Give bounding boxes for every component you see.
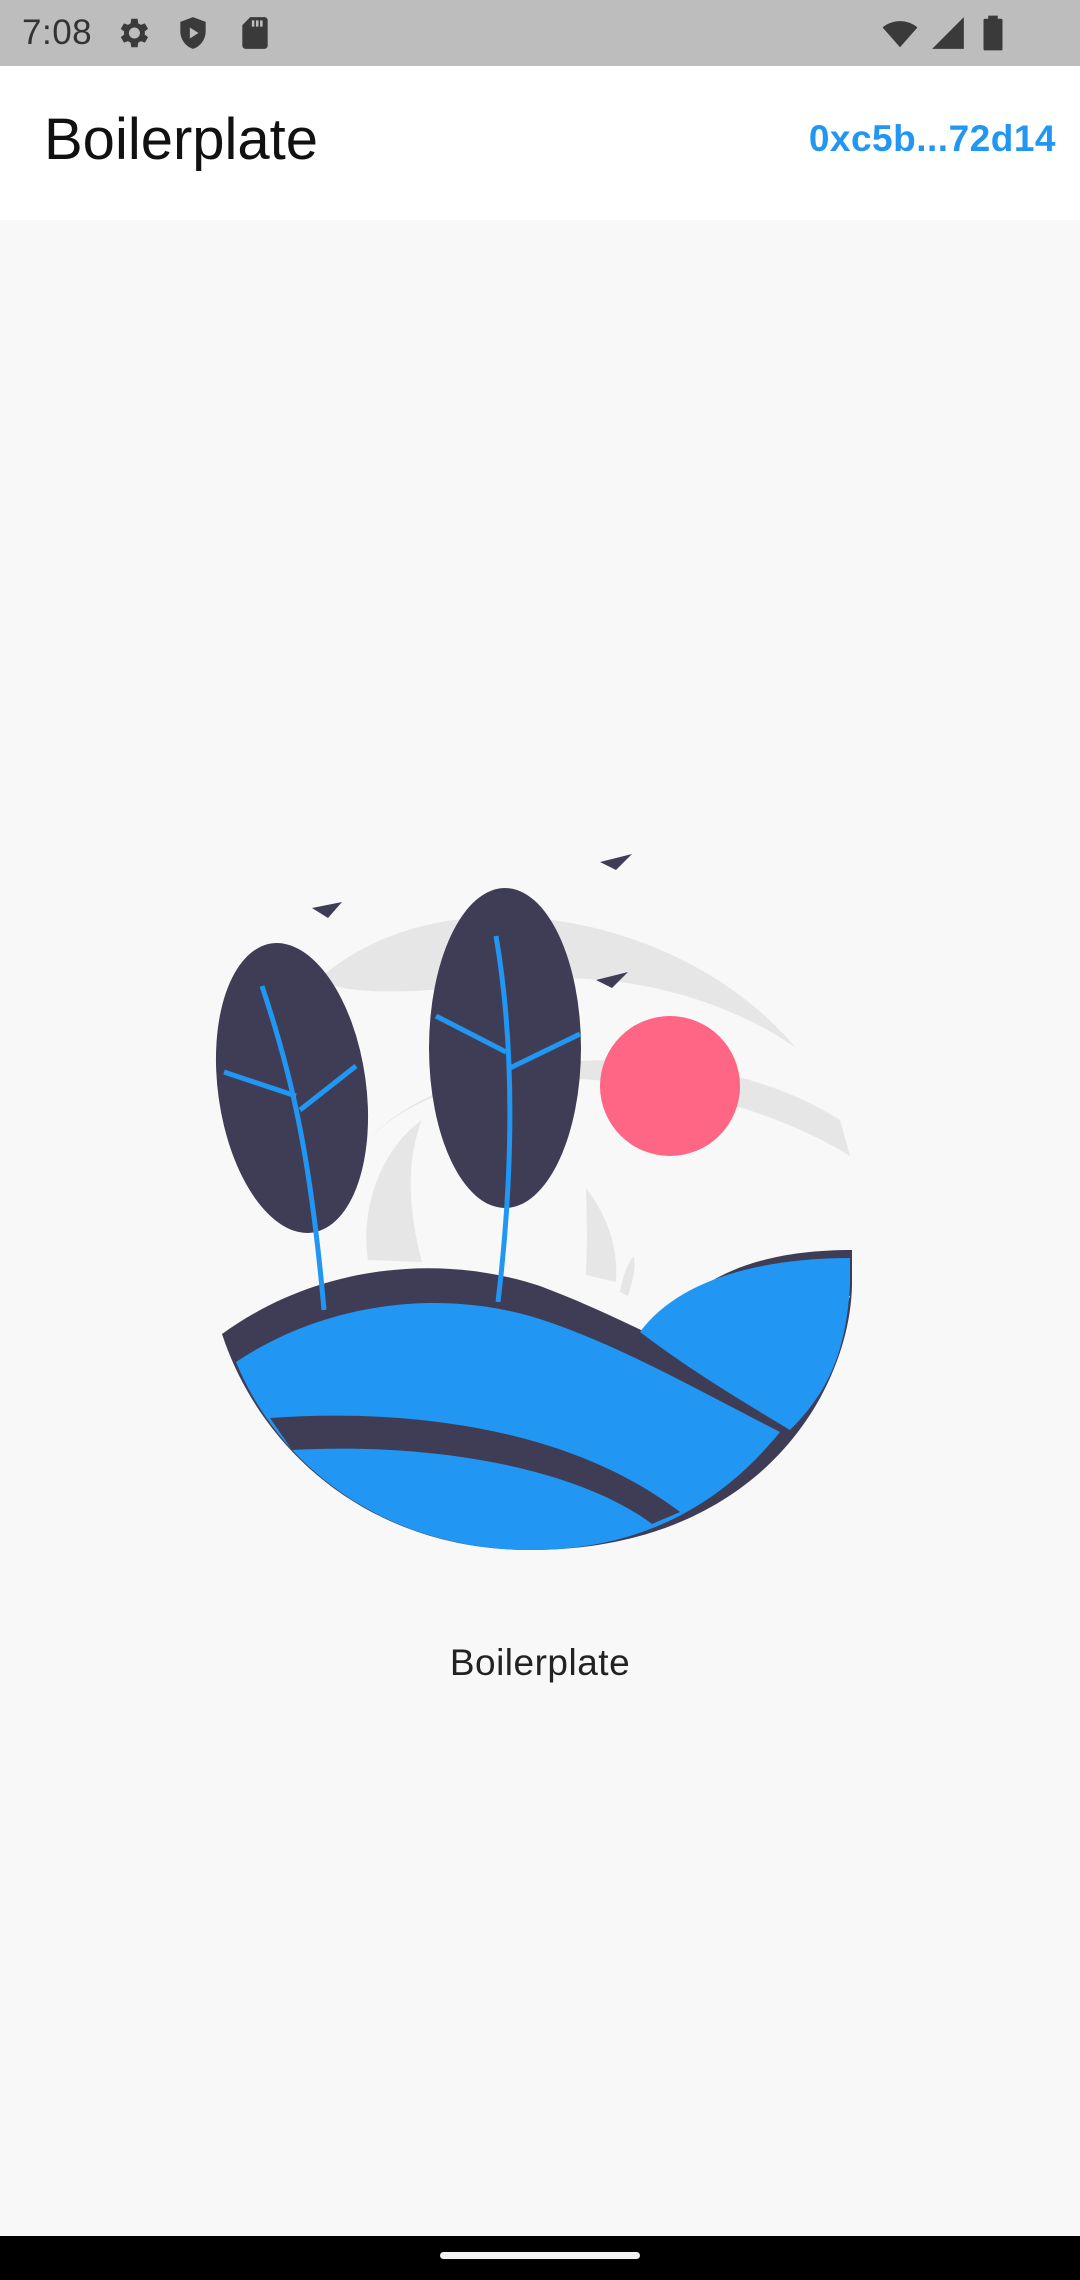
landscape-illustration bbox=[200, 830, 880, 1560]
settings-icon bbox=[114, 14, 152, 52]
app-screen: 7:08 Boilerplate 0xc5b...72d14 Boilerpla… bbox=[0, 0, 1080, 2280]
grass-right bbox=[586, 1188, 617, 1282]
wifi-icon bbox=[878, 14, 922, 52]
app-bar: Boilerplate 0xc5b...72d14 bbox=[0, 66, 1080, 220]
background-arc-middle bbox=[350, 1060, 850, 1162]
cell-signal-icon bbox=[928, 14, 968, 52]
app-title: Boilerplate bbox=[44, 107, 319, 172]
shield-play-icon bbox=[174, 14, 212, 52]
battery-icon bbox=[976, 14, 1010, 52]
grass-small bbox=[620, 1256, 635, 1296]
bird-1 bbox=[312, 902, 342, 918]
sun bbox=[600, 1016, 740, 1156]
tree-right-canopy bbox=[429, 888, 581, 1208]
status-time: 7:08 bbox=[22, 13, 93, 52]
status-bar: 7:08 bbox=[0, 0, 1080, 66]
grass-left bbox=[366, 1120, 422, 1262]
page-caption: Boilerplate bbox=[449, 1642, 631, 1683]
navigation-bar bbox=[0, 2236, 1080, 2280]
home-gesture-handle[interactable] bbox=[440, 2252, 640, 2259]
sd-card-icon bbox=[236, 14, 274, 52]
account-address-button[interactable]: 0xc5b...72d14 bbox=[809, 116, 1056, 162]
bird-2 bbox=[600, 854, 632, 870]
